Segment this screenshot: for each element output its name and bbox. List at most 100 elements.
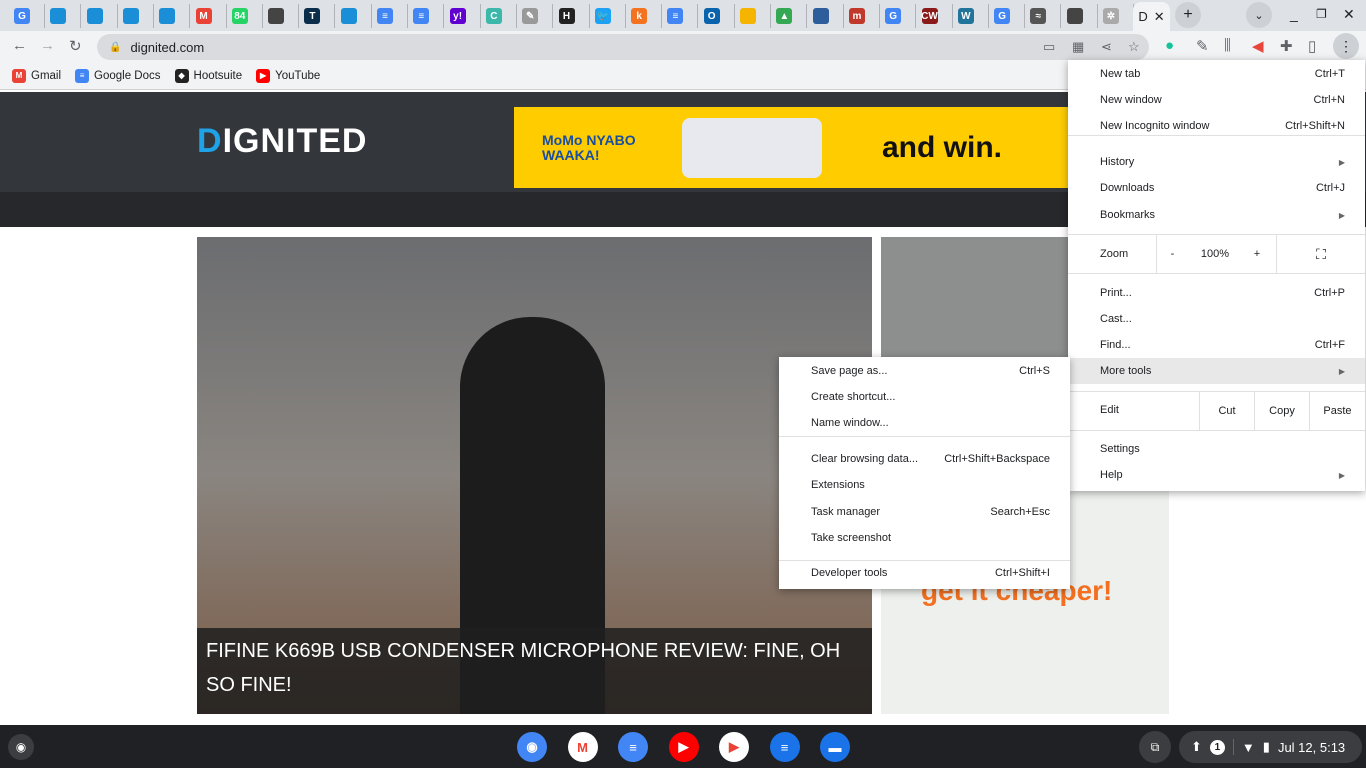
cut-button[interactable]: Cut — [1199, 391, 1254, 430]
messages-app-icon[interactable]: ≡ — [769, 732, 800, 762]
new-tab-button[interactable]: + — [1175, 2, 1201, 28]
tab[interactable] — [1058, 4, 1098, 28]
more-tools-item-name-window[interactable]: Name window... — [779, 410, 1070, 436]
article-title[interactable]: FIFINE K669B USB CONDENSER MICROPHONE RE… — [197, 628, 872, 714]
tab[interactable]: 🐦 — [586, 4, 626, 28]
more-tools-item-clear-browsing-data[interactable]: Clear browsing data... Ctrl+Shift+Backspa… — [779, 446, 1070, 472]
tab[interactable] — [41, 4, 82, 28]
tab[interactable]: ≡ — [368, 4, 408, 28]
bookmark-gmail[interactable]: M Gmail — [12, 68, 61, 83]
tab[interactable] — [114, 4, 154, 28]
menu-item-label: Downloads — [1100, 182, 1155, 194]
tab[interactable]: G — [985, 4, 1026, 28]
megaphone-extension-icon[interactable]: ◀ — [1252, 37, 1264, 55]
restore-button[interactable]: ❐ — [1316, 7, 1327, 21]
grammarly-extension-icon[interactable]: ● — [1165, 37, 1174, 54]
tab[interactable] — [78, 4, 118, 28]
files-app-icon[interactable]: ▬ — [820, 732, 850, 762]
more-tools-item-task-manager[interactable]: Task manager Search+Esc — [779, 499, 1070, 525]
youtube-app-icon[interactable]: ▶ — [668, 732, 699, 762]
active-tab[interactable]: D ✕ — [1133, 2, 1170, 31]
bookmark-google-docs[interactable]: ≡ Google Docs — [75, 68, 161, 83]
more-tools-item-developer-tools[interactable]: Developer tools Ctrl+Shift+I — [779, 560, 1070, 586]
tab[interactable]: ▲ — [767, 4, 808, 28]
chrome-app-icon[interactable]: ◉ — [517, 732, 547, 762]
tab[interactable]: G — [5, 4, 45, 28]
paste-button[interactable]: Paste — [1309, 391, 1365, 430]
site-logo[interactable]: DIGNITED — [197, 122, 367, 161]
share-icon[interactable]: ⋖ — [1101, 39, 1112, 55]
back-icon[interactable]: ← — [12, 37, 27, 54]
copy-button[interactable]: Copy — [1254, 391, 1309, 430]
bookmark-hootsuite[interactable]: ◆ Hootsuite — [174, 68, 242, 83]
cast-device-icon[interactable]: ▭ — [1043, 39, 1055, 55]
tab[interactable]: ✲ — [1094, 4, 1134, 28]
tab[interactable]: C — [477, 4, 517, 28]
more-tools-item-take-screenshot[interactable]: Take screenshot — [779, 525, 1070, 551]
menu-item-help[interactable]: Help ▶ — [1068, 462, 1365, 488]
tab[interactable]: G — [876, 4, 917, 28]
tab[interactable] — [332, 4, 372, 28]
eyedropper-extension-icon[interactable]: ✎ — [1196, 37, 1209, 55]
menu-item-print[interactable]: Print... Ctrl+P — [1068, 280, 1365, 306]
menu-item-bookmarks[interactable]: Bookmarks ▶ — [1068, 202, 1365, 228]
side-panel-icon[interactable]: ▯ — [1308, 37, 1316, 55]
address-bar[interactable]: 🔒 dignited.com ▭ ▦ ⋖ ☆ — [97, 34, 1149, 60]
tab[interactable]: H — [550, 4, 590, 28]
tab[interactable] — [150, 4, 191, 28]
tab[interactable]: W — [949, 4, 989, 28]
tab-search-chevron-icon[interactable]: ⌄ — [1246, 2, 1272, 28]
extensions-puzzle-icon[interactable]: ✚ — [1280, 37, 1293, 55]
tab[interactable] — [731, 4, 771, 28]
tab[interactable]: ≡ — [658, 4, 699, 28]
status-tray[interactable]: ⬆ 1 ▼ ▮ Jul 12, 5:13 — [1179, 731, 1362, 763]
more-tools-item-create-shortcut[interactable]: Create shortcut... — [779, 384, 1070, 410]
close-tab-icon[interactable]: ✕ — [1154, 9, 1165, 25]
tab[interactable]: ≡ — [404, 4, 445, 28]
close-window-button[interactable]: ✕ — [1343, 6, 1355, 23]
tab[interactable]: O — [695, 4, 735, 28]
tab[interactable] — [804, 4, 844, 28]
menu-item-new-tab[interactable]: New tab Ctrl+T — [1068, 61, 1365, 87]
tab[interactable]: y! — [441, 4, 481, 28]
more-tools-item-extensions[interactable]: Extensions — [779, 472, 1070, 498]
featured-article-image[interactable]: FIFINE K669B USB CONDENSER MICROPHONE RE… — [197, 237, 872, 714]
reload-icon[interactable]: ↻ — [69, 37, 82, 55]
techcrunch-icon: T — [304, 8, 321, 24]
menu-item-find[interactable]: Find... Ctrl+F — [1068, 332, 1365, 358]
bookmark-star-icon[interactable]: ☆ — [1128, 39, 1140, 55]
play-store-app-icon[interactable]: ▶ — [719, 732, 749, 762]
menu-item-settings[interactable]: Settings — [1068, 436, 1365, 462]
qr-code-icon[interactable]: ▦ — [1072, 39, 1084, 55]
menu-item-new-window[interactable]: New window Ctrl+N — [1068, 87, 1365, 113]
tab[interactable]: m — [840, 4, 880, 28]
tab[interactable]: CW — [913, 4, 953, 28]
more-tools-item-save-page-as[interactable]: Save page as... Ctrl+S — [779, 358, 1070, 384]
tab[interactable]: M — [187, 4, 227, 28]
tab[interactable]: k — [622, 4, 663, 28]
zoom-out-button[interactable]: - — [1156, 235, 1188, 273]
google-docs-app-icon[interactable]: ≡ — [618, 732, 648, 762]
gmail-app-icon[interactable]: M — [567, 732, 598, 762]
bookmark-youtube[interactable]: ▶ YouTube — [256, 68, 320, 83]
forward-icon[interactable]: → — [40, 37, 55, 54]
menu-item-history[interactable]: History ▶ — [1068, 149, 1365, 175]
tab[interactable]: 84 — [223, 4, 263, 28]
menu-item-cast[interactable]: Cast... — [1068, 306, 1365, 332]
menu-item-downloads[interactable]: Downloads Ctrl+J — [1068, 175, 1365, 201]
menu-item-new-incognito-window[interactable]: New Incognito window Ctrl+Shift+N — [1068, 113, 1365, 139]
tab[interactable]: ≈ — [1021, 4, 1062, 28]
extension-icon[interactable]: ⫼ — [1224, 37, 1231, 54]
minimize-button[interactable]: _ — [1290, 6, 1298, 22]
menu-item-label: Clear browsing data... — [811, 453, 918, 465]
tab[interactable]: T — [295, 4, 336, 28]
zoom-in-button[interactable]: + — [1242, 248, 1272, 260]
holding-space-icon[interactable]: ⧉ — [1139, 731, 1171, 763]
fullscreen-icon[interactable]: ⛶ — [1276, 235, 1365, 273]
tab[interactable]: ✎ — [513, 4, 554, 28]
tab[interactable] — [259, 4, 300, 28]
banner-ad[interactable]: MoMo NYABO WAAKA! and win. — [514, 107, 1070, 188]
chrome-menu-button[interactable]: ⋮ — [1333, 33, 1359, 59]
menu-item-more-tools[interactable]: More tools ▶ — [1068, 358, 1365, 384]
launcher-button[interactable]: ◉ — [8, 734, 34, 760]
